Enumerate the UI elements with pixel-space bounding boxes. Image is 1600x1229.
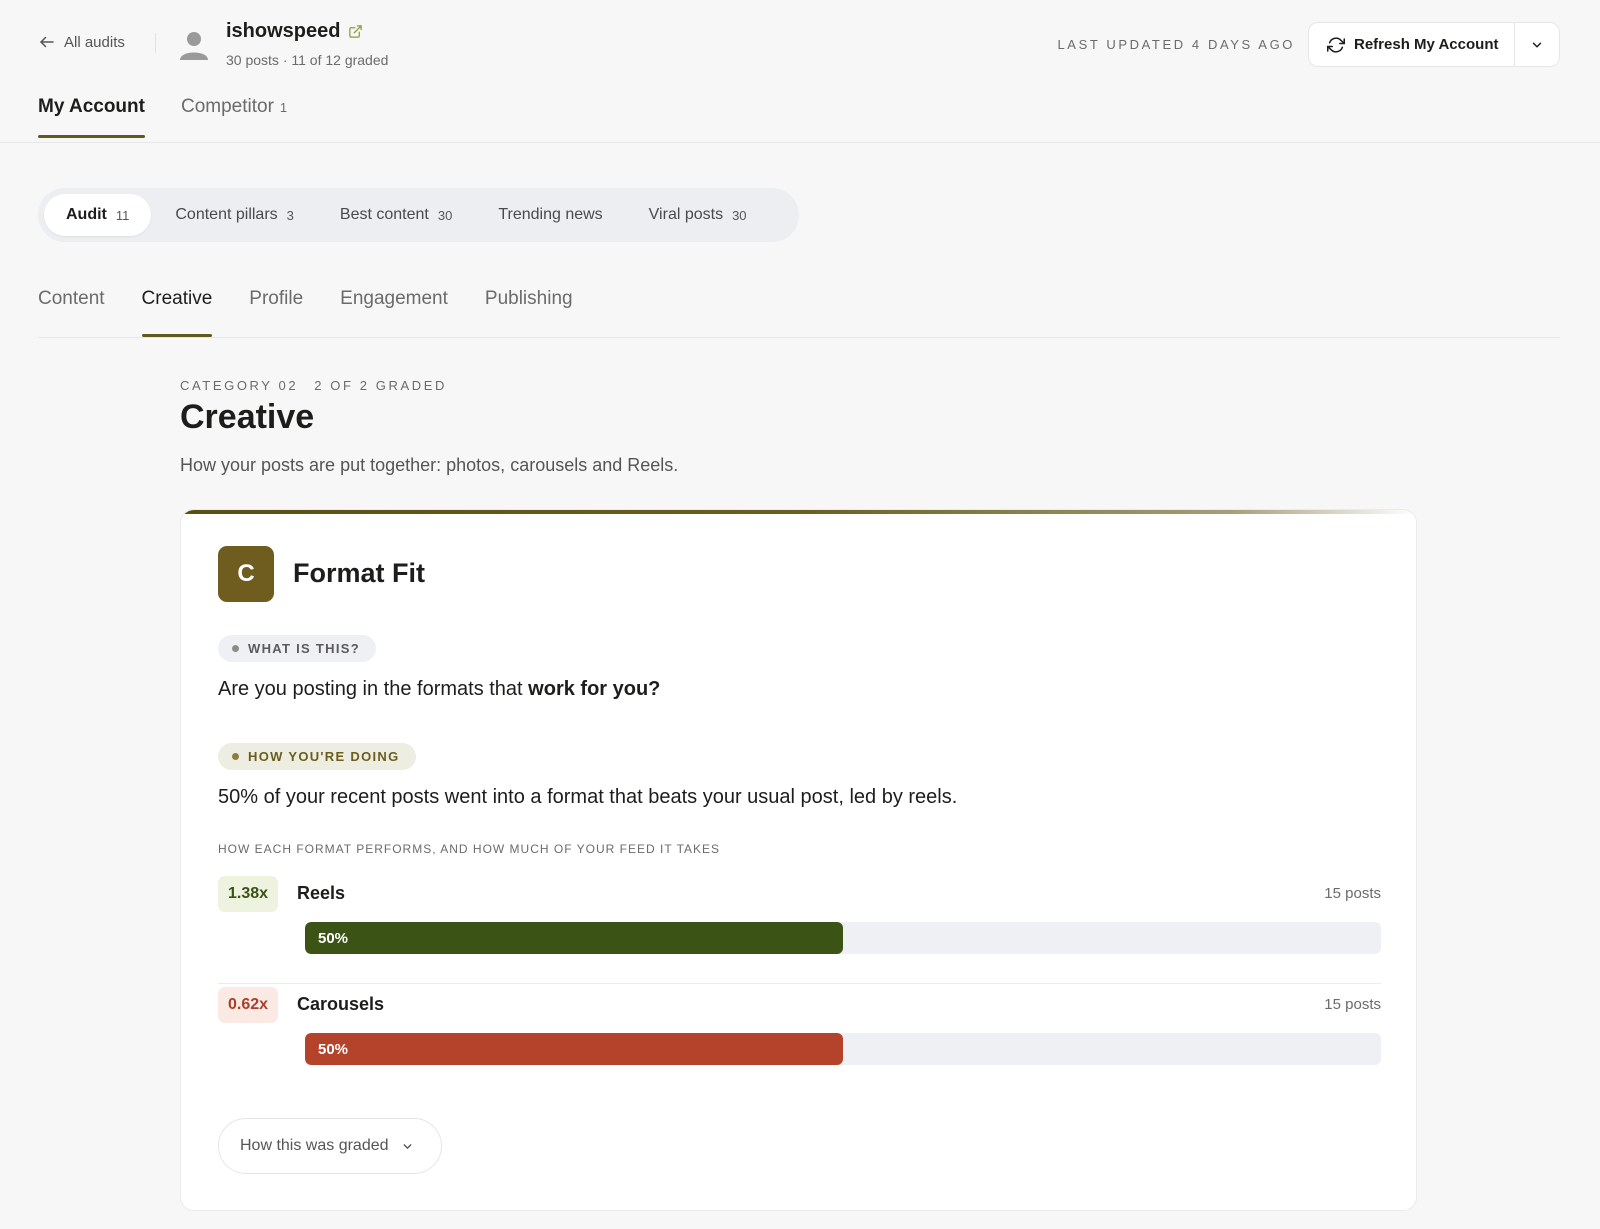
tab-competitor-count: 1 [279, 100, 288, 115]
question-bold: work for you? [528, 678, 661, 700]
user-avatar-icon [180, 32, 208, 60]
category-number: CATEGORY 02 [180, 378, 299, 393]
pill-audit-label: Audit [66, 206, 107, 223]
pill-best-content-count: 30 [437, 207, 453, 223]
format-post-count: 15 posts [1324, 996, 1381, 1013]
format-row-carousels: 0.62x Carousels 15 posts 50% [218, 987, 1381, 1087]
format-share-bar: 50% [305, 922, 843, 954]
format-fit-card: C Format Fit WHAT IS THIS? Are you posti… [180, 509, 1417, 1211]
format-share-track: 50% [305, 1033, 1381, 1065]
tab-profile[interactable]: Profile [249, 288, 303, 337]
tab-content[interactable]: Content [38, 288, 105, 337]
account-tabs: My Account Competitor 1 [38, 96, 287, 142]
format-table-caption: HOW EACH FORMAT PERFORMS, AND HOW MUCH O… [218, 842, 721, 856]
what-is-this-chip: WHAT IS THIS? [218, 635, 376, 662]
tab-my-account[interactable]: My Account [38, 96, 145, 142]
header-divider [155, 33, 156, 53]
tab-my-account-label: My Account [38, 96, 145, 117]
category-graded-count: 2 OF 2 GRADED [314, 378, 447, 393]
card-accent-bar [181, 510, 1416, 514]
category-tabs: Content Creative Profile Engagement Publ… [38, 288, 573, 337]
tab-publishing[interactable]: Publishing [485, 288, 573, 337]
chip-dot [232, 753, 239, 760]
category-tabs-divider [38, 337, 1560, 338]
pill-audit-count: 11 [115, 207, 130, 223]
pill-content-pillars[interactable]: Content pillars 3 [153, 194, 316, 236]
card-question: Are you posting in the formats that work… [218, 678, 660, 701]
all-audits-label: All audits [64, 33, 125, 51]
question-text: Are you posting in the formats that [218, 678, 529, 700]
format-share-track: 50% [305, 922, 1381, 954]
all-audits-link[interactable]: All audits [38, 33, 125, 51]
chip-dot [232, 645, 239, 652]
format-name: Carousels [297, 994, 385, 1014]
pill-best-content[interactable]: Best content 30 [318, 194, 474, 236]
how-youre-doing-chip: HOW YOU'RE DOING [218, 743, 416, 770]
pill-trending-news-label: Trending news [498, 206, 603, 223]
card-summary: 50% of your recent posts went into a for… [218, 786, 958, 808]
pill-content-pillars-label: Content pillars [175, 206, 278, 223]
how-this-was-graded-button[interactable]: How this was graded [218, 1118, 442, 1174]
tab-competitor[interactable]: Competitor 1 [181, 96, 287, 142]
refresh-account-label: Refresh My Account [1354, 36, 1499, 53]
refresh-button-group: Refresh My Account [1308, 22, 1560, 67]
format-row-divider [218, 983, 1381, 984]
format-share-label: 50% [318, 1040, 349, 1058]
section-pill-tabs: Audit 11 Content pillars 3 Best content 30 … [38, 188, 799, 242]
arrow-left-icon [40, 36, 54, 48]
chevron-down-icon [1532, 42, 1542, 47]
format-share-label: 50% [318, 929, 349, 947]
refresh-account-button[interactable]: Refresh My Account [1309, 23, 1514, 66]
what-is-this-label: WHAT IS THIS? [248, 641, 360, 656]
how-youre-doing-label: HOW YOU'RE DOING [248, 749, 400, 764]
account-name: ishowspeed [226, 20, 363, 43]
format-row-reels: 1.38x Reels 15 posts 50% [218, 876, 1381, 976]
pill-best-content-label: Best content [339, 206, 429, 223]
refresh-icon [1327, 36, 1345, 53]
refresh-options-dropdown[interactable] [1514, 23, 1559, 66]
format-post-count: 15 posts [1324, 885, 1381, 902]
chevron-down-icon [403, 1143, 411, 1149]
card-title: Format Fit [293, 558, 425, 588]
tab-competitor-label: Competitor [180, 96, 274, 117]
pill-viral-posts-label: Viral posts [648, 206, 724, 223]
last-updated: LAST UPDATED 4 DAYS AGO [1057, 37, 1295, 52]
category-title: Creative [180, 398, 315, 436]
category-description: How your posts are put together: photos,… [180, 455, 679, 475]
pill-content-pillars-count: 3 [286, 207, 294, 223]
account-meta: 30 posts · 11 of 12 graded [226, 52, 389, 68]
category-kicker: CATEGORY 02 2 OF 2 GRADED [180, 378, 447, 393]
pill-trending-news[interactable]: Trending news [476, 194, 624, 236]
format-multiplier: 1.38x [218, 876, 279, 912]
tab-engagement[interactable]: Engagement [340, 288, 448, 337]
account-name-text: ishowspeed [226, 20, 341, 42]
grade-badge: C [218, 546, 274, 602]
tab-creative[interactable]: Creative [141, 288, 212, 337]
pill-audit[interactable]: Audit 11 [44, 194, 152, 236]
how-this-was-graded-label: How this was graded [240, 1137, 389, 1154]
external-link-icon[interactable] [348, 24, 363, 39]
top-bar: All audits ishowspeed 30 posts · 11 of 1… [0, 0, 1600, 88]
format-share-bar: 50% [305, 1033, 843, 1065]
format-name: Reels [297, 883, 346, 903]
pill-viral-posts[interactable]: Viral posts 30 [627, 194, 769, 236]
pill-viral-posts-count: 30 [732, 207, 747, 223]
format-multiplier: 0.62x [218, 987, 279, 1023]
account-tabs-divider [0, 142, 1600, 143]
